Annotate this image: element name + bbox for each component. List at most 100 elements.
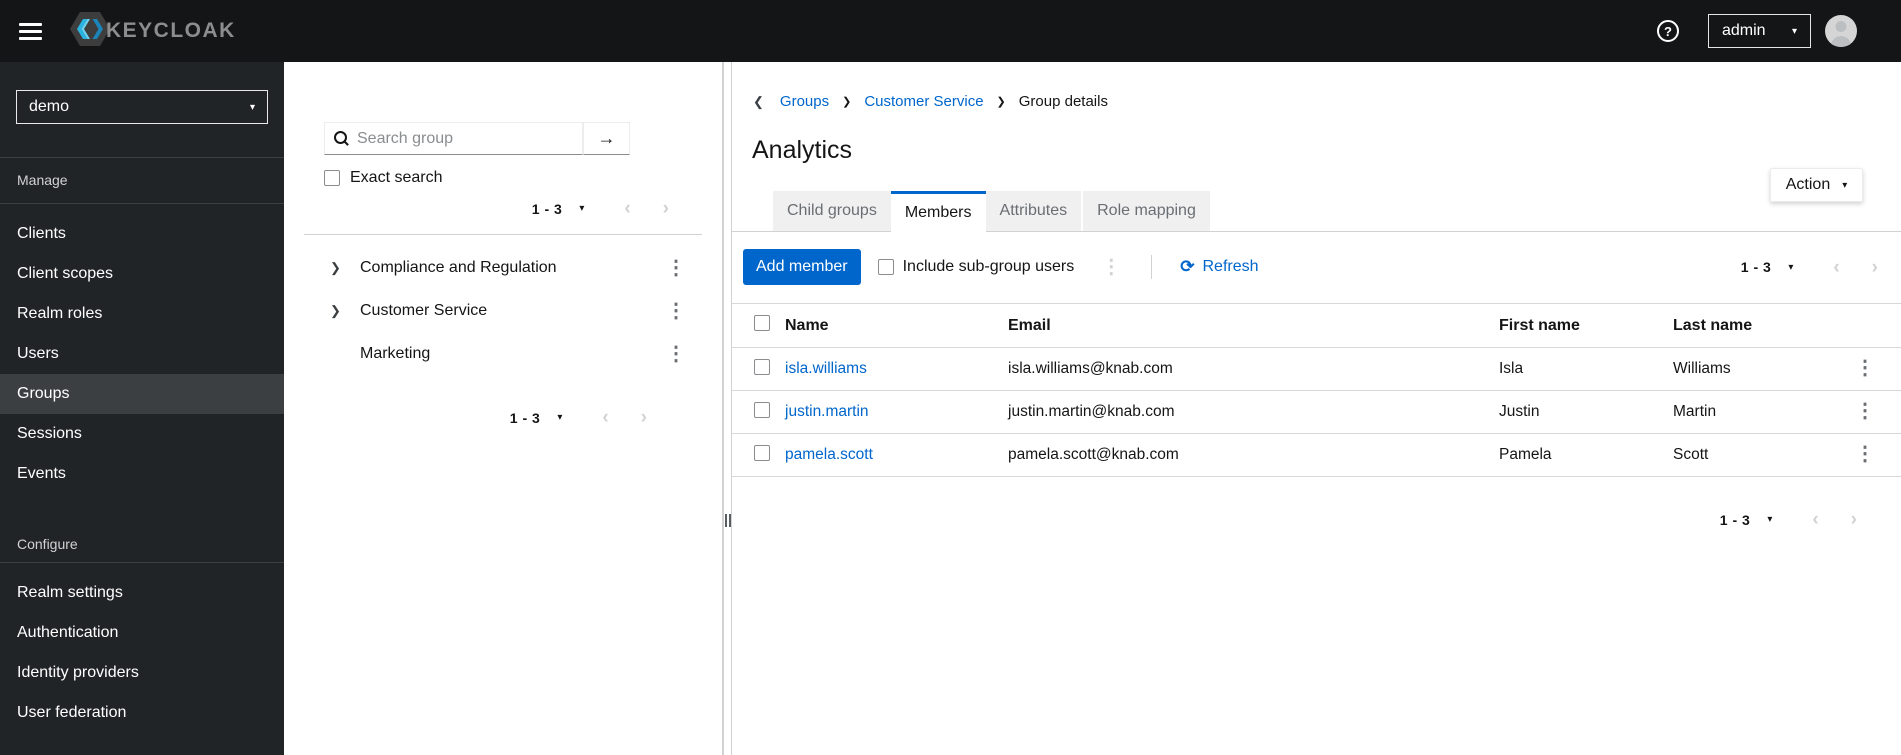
pagination-prev-button[interactable]: ‹ (624, 199, 630, 218)
kebab-menu-icon[interactable]: ⋮ (1855, 357, 1875, 379)
members-pagination-bottom: 1 - 3 ▾ ‹ › (732, 510, 1901, 529)
pagination-options-toggle[interactable]: ▾ (1767, 514, 1772, 525)
sidebar-item-user-federation[interactable]: User federation (0, 693, 284, 733)
members-toolbar: Add member Include sub-group users ⋮ ⟳ R… (732, 249, 1901, 285)
column-header-email: Email (1008, 303, 1499, 348)
sidebar-item-realm-roles[interactable]: Realm roles (0, 294, 284, 334)
pagination-next-button[interactable]: › (1872, 258, 1878, 277)
tab-role-mapping[interactable]: Role mapping (1081, 191, 1210, 231)
row-checkbox[interactable] (754, 401, 770, 418)
pagination-next-button[interactable]: › (663, 199, 669, 218)
member-first-name: Pamela (1499, 433, 1673, 477)
hamburger-menu-button[interactable] (19, 22, 42, 40)
pagination-next-button[interactable]: › (1851, 510, 1857, 529)
nav-section-title-configure: Configure (17, 536, 78, 552)
breadcrumb-current: Group details (1018, 93, 1108, 110)
pagination-range: 1 - 3 (509, 409, 541, 426)
nav-section-title-manage: Manage (17, 172, 68, 188)
expand-chevron-icon[interactable]: ❯ (330, 260, 344, 276)
kebab-menu-icon[interactable]: ⋮ (666, 344, 686, 364)
pagination-prev-button[interactable]: ‹ (602, 408, 608, 427)
member-last-name: Scott (1673, 433, 1829, 477)
group-details-main: ❮ Groups ❯ Customer Service ❯ Group deta… (732, 62, 1901, 755)
keycloak-logo[interactable]: KEYCLOAK (70, 11, 236, 52)
pagination-next-button[interactable]: › (641, 408, 647, 427)
realm-selector[interactable]: demo ▾ (16, 90, 268, 124)
sidebar-item-groups[interactable]: Groups (0, 374, 284, 414)
member-first-name: Isla (1499, 347, 1673, 391)
group-tree: ❯ Compliance and Regulation ⋮ ❯ Customer… (284, 246, 722, 375)
kebab-menu-icon[interactable]: ⋮ (1855, 400, 1875, 422)
search-submit-button[interactable]: → (583, 122, 630, 155)
kebab-menu-icon[interactable]: ⋮ (666, 301, 686, 321)
search-icon (334, 131, 349, 146)
group-link[interactable]: Customer Service (360, 302, 666, 320)
include-subgroup-users-checkbox[interactable] (877, 259, 894, 275)
pagination-prev-button[interactable]: ‹ (1812, 510, 1818, 529)
refresh-button[interactable]: ⟳ Refresh (1180, 257, 1258, 277)
column-header-last-name: Last name (1673, 303, 1829, 348)
help-icon[interactable]: ? (1657, 20, 1679, 42)
member-username-link[interactable]: isla.williams (785, 360, 867, 377)
row-checkbox[interactable] (754, 358, 770, 375)
nav-list-manage: Clients Client scopes Realm roles Users … (0, 214, 284, 494)
kebab-menu-icon[interactable]: ⋮ (1855, 443, 1875, 465)
user-dropdown[interactable]: admin ▾ (1708, 14, 1811, 48)
breadcrumb-link-customer-service[interactable]: Customer Service (864, 93, 983, 110)
row-checkbox[interactable] (754, 444, 770, 461)
keycloak-logo-icon (70, 11, 110, 52)
sidebar-item-identity-providers[interactable]: Identity providers (0, 653, 284, 693)
tab-attributes[interactable]: Attributes (985, 191, 1082, 231)
chevron-down-icon: ▾ (1791, 25, 1797, 37)
pagination-range: 1 - 3 (1719, 511, 1751, 528)
member-username-link[interactable]: pamela.scott (785, 446, 873, 463)
members-pagination-top: 1 - 3 ▾ ‹ › (1741, 258, 1878, 277)
resize-handle-icon[interactable] (724, 514, 731, 527)
pagination-prev-button[interactable]: ‹ (1833, 258, 1839, 277)
pagination-range: 1 - 3 (531, 200, 563, 217)
kebab-menu-icon[interactable]: ⋮ (666, 258, 686, 278)
table-row: justin.martin justin.martin@knab.com Jus… (732, 390, 1901, 434)
group-search-row: → (324, 122, 722, 155)
sidebar-divider (0, 203, 284, 204)
sidebar-item-authentication[interactable]: Authentication (0, 613, 284, 653)
tab-members[interactable]: Members (890, 191, 986, 232)
group-search-field (324, 122, 583, 155)
groups-pagination-bottom: 1 - 3 ▾ ‹ › (284, 408, 722, 427)
search-group-input[interactable] (357, 129, 573, 148)
groups-pagination-top: 1 - 3 ▾ ‹ › (284, 199, 722, 218)
breadcrumb-link-groups[interactable]: Groups (780, 93, 829, 110)
exact-search-row: Exact search (324, 169, 722, 187)
panel-divider (304, 234, 702, 235)
table-header-row: Name Email First name Last name (732, 303, 1901, 348)
select-all-checkbox[interactable] (754, 315, 770, 331)
exact-search-checkbox[interactable] (324, 170, 340, 186)
group-row-marketing: Marketing ⋮ (284, 332, 722, 375)
sidebar-item-client-scopes[interactable]: Client scopes (0, 254, 284, 294)
group-row-customer-service: ❯ Customer Service ⋮ (284, 289, 722, 332)
sidebar-item-realm-settings[interactable]: Realm settings (0, 573, 284, 613)
app-layout: demo ▾ Manage Clients Client scopes Real… (0, 62, 1901, 755)
expand-chevron-icon[interactable]: ❯ (330, 303, 344, 319)
kebab-menu-icon[interactable]: ⋮ (1101, 257, 1121, 277)
pagination-options-toggle[interactable]: ▾ (557, 412, 562, 423)
panel-resize-splitter[interactable] (723, 62, 732, 755)
sidebar-item-sessions[interactable]: Sessions (0, 414, 284, 454)
group-link[interactable]: Compliance and Regulation (360, 259, 666, 277)
pagination-options-toggle[interactable]: ▾ (1788, 262, 1793, 273)
tab-child-groups[interactable]: Child groups (773, 191, 891, 231)
tab-bar: Child groups Members Attributes Role map… (732, 191, 1901, 232)
sidebar-item-clients[interactable]: Clients (0, 214, 284, 254)
pagination-options-toggle[interactable]: ▾ (579, 203, 584, 214)
sidebar-item-users[interactable]: Users (0, 334, 284, 374)
sidebar-item-events[interactable]: Events (0, 454, 284, 494)
masthead: KEYCLOAK ? admin ▾ (0, 0, 1901, 62)
sidebar-divider (0, 562, 284, 563)
add-member-button[interactable]: Add member (743, 249, 861, 285)
group-link[interactable]: Marketing (360, 345, 666, 363)
action-dropdown-button[interactable]: Action ▾ (1770, 168, 1863, 202)
toolbar-divider (1151, 255, 1153, 279)
member-username-link[interactable]: justin.martin (785, 403, 869, 420)
breadcrumb-back-icon[interactable]: ❮ (753, 94, 764, 110)
avatar[interactable] (1825, 15, 1857, 47)
